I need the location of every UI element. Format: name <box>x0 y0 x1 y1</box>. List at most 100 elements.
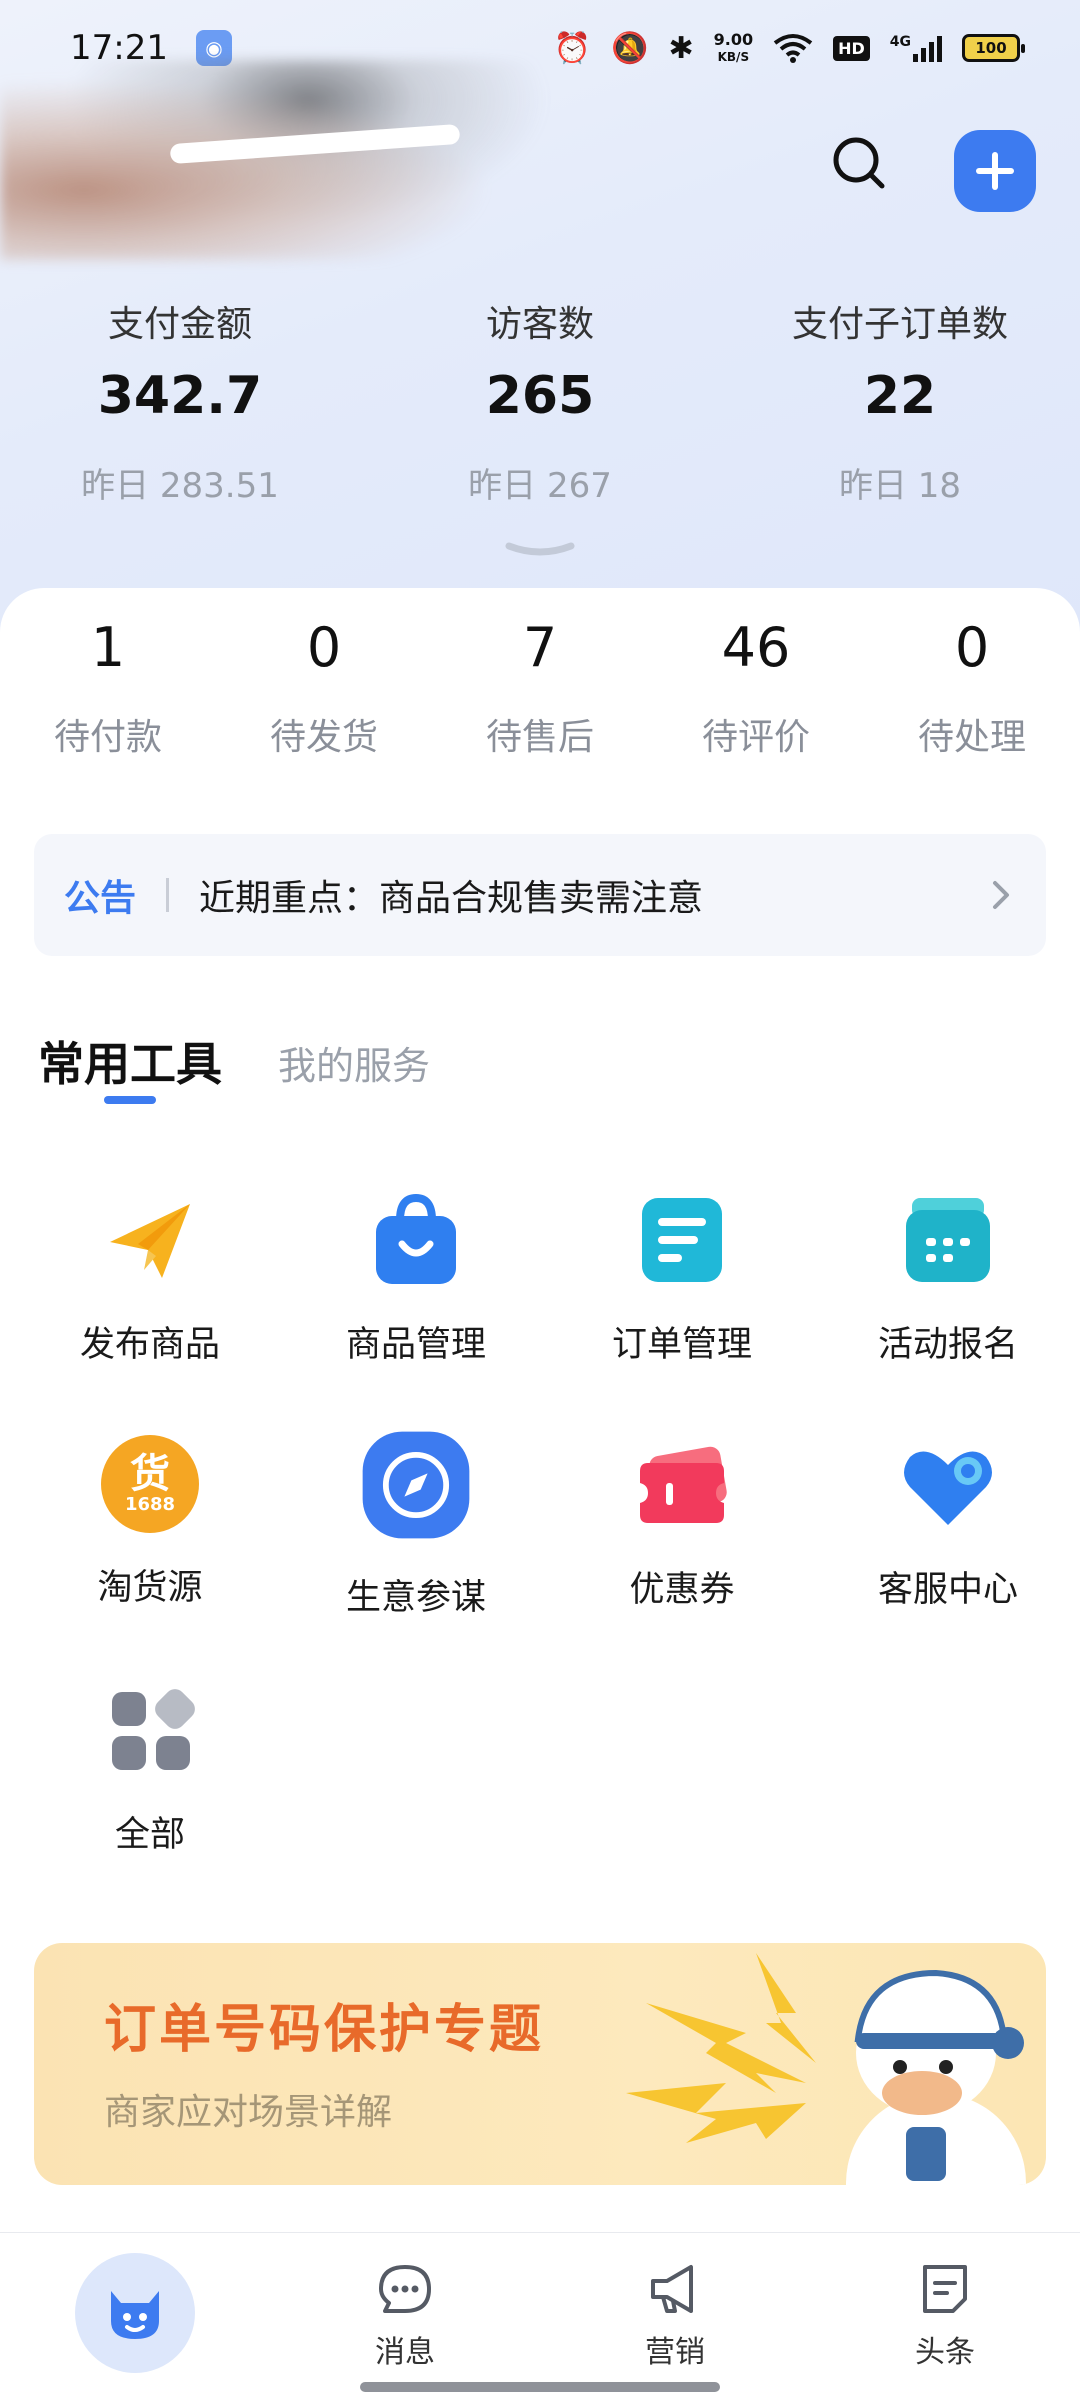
tool-label: 淘货源 <box>97 1568 203 1608</box>
tool-label: 全部 <box>114 1815 185 1855</box>
nav-label: 营销 <box>645 2335 705 2370</box>
order-label: 待处理 <box>917 717 1026 758</box>
promo-banner[interactable]: 订单号码保护专题 商家应对场景详解 <box>34 1943 1046 2185</box>
search-icon <box>833 137 885 189</box>
main-card: 1 待付款 0 待发货 7 待售后 46 待评价 0 待处理 公告 近期重点：商… <box>0 588 1080 2238</box>
order-pending-review[interactable]: 46 待评价 <box>648 608 864 760</box>
tool-label: 生意参谋 <box>345 1578 486 1618</box>
tab-common-tools[interactable]: 常用工具 <box>38 1028 222 1104</box>
order-count: 1 <box>90 616 126 679</box>
stat-sub-orders[interactable]: 支付子订单数 22 昨日 18 <box>720 300 1080 507</box>
stat-label: 支付子订单数 <box>791 304 1008 345</box>
search-button[interactable] <box>826 130 890 194</box>
order-count: 0 <box>954 616 990 679</box>
stat-value: 342.7 <box>97 366 263 426</box>
battery-level: 100 <box>975 39 1007 57</box>
chevron-right-icon <box>993 881 1009 909</box>
order-label: 待发货 <box>269 717 378 758</box>
nav-label: 消息 <box>375 2335 435 2370</box>
tool-business-advisor[interactable]: 生意参谋 <box>288 1431 544 1678</box>
tool-product-management[interactable]: 商品管理 <box>288 1188 544 1433</box>
announcement-bar[interactable]: 公告 近期重点：商品合规售卖需注意 <box>34 834 1046 956</box>
tool-label: 活动报名 <box>877 1325 1018 1365</box>
net-speed-unit: KB/S <box>717 49 750 64</box>
plus-icon <box>976 152 1014 190</box>
stat-label: 访客数 <box>485 304 594 345</box>
tool-publish-product[interactable]: 发布商品 <box>22 1188 278 1433</box>
tool-coupon[interactable]: 优惠券 <box>554 1433 810 1678</box>
all-apps-icon <box>112 1689 195 1770</box>
tool-label: 优惠券 <box>629 1570 735 1610</box>
order-after-sales[interactable]: 7 待售后 <box>432 608 648 760</box>
order-count: 46 <box>721 616 791 679</box>
megaphone-icon <box>651 2265 693 2313</box>
headline-doc-icon <box>923 2265 967 2313</box>
divider <box>166 878 170 912</box>
stat-value: 265 <box>485 366 595 426</box>
net-speed: 9.00 KB/S <box>713 29 754 65</box>
tool-label: 商品管理 <box>345 1325 486 1365</box>
order-pending-payment[interactable]: 1 待付款 <box>0 608 216 760</box>
order-pending-shipment[interactable]: 0 待发货 <box>216 608 432 760</box>
tool-label: 发布商品 <box>79 1325 220 1365</box>
nav-headlines[interactable]: 头条 <box>810 2233 1080 2400</box>
tools-tabs: 常用工具 我的服务 <box>38 1028 430 1104</box>
status-indicators: ⏰ 🔕 ✱ 9.00 KB/S HD 4G 100 <box>554 29 1025 66</box>
stat-yesterday: 昨日 18 <box>838 466 962 506</box>
home-mascot-icon <box>75 2253 195 2373</box>
activity-calendar-icon <box>906 1198 990 1282</box>
tool-all[interactable]: 全部 <box>22 1678 278 1923</box>
tool-order-management[interactable]: 订单管理 <box>554 1188 810 1433</box>
coupon-icon <box>640 1446 727 1523</box>
stats-row: 支付金额 342.7 昨日 283.51 访客数 265 昨日 267 支付子订… <box>0 300 1080 507</box>
add-button[interactable] <box>954 130 1036 212</box>
stat-visitors[interactable]: 访客数 265 昨日 267 <box>360 300 720 507</box>
1688-source-icon: 货 1688 <box>101 1435 199 1533</box>
stat-label: 支付金额 <box>107 304 252 345</box>
battery-icon: 100 <box>962 34 1025 62</box>
home-indicator[interactable] <box>360 2382 720 2392</box>
compass-icon <box>362 1431 470 1539</box>
stat-yesterday: 昨日 267 <box>468 466 612 506</box>
stat-value: 22 <box>863 366 937 426</box>
avatar[interactable] <box>0 60 560 260</box>
nav-label: 头条 <box>915 2335 975 2370</box>
order-list-icon <box>642 1198 722 1282</box>
tool-customer-service[interactable]: 客服中心 <box>820 1433 1076 1678</box>
net-speed-value: 9.00 <box>713 29 754 49</box>
order-count: 7 <box>522 616 558 679</box>
nav-marketing[interactable]: 营销 <box>540 2233 810 2400</box>
bottom-nav: 消息 营销 头条 <box>0 2232 1080 2400</box>
mascot-illustration <box>626 1953 1026 2185</box>
order-label: 待评价 <box>701 717 810 758</box>
hd-badge: HD <box>833 35 870 61</box>
tool-sourcing[interactable]: 货 1688 淘货源 <box>22 1433 278 1678</box>
tools-grid: 发布商品 商品管理 订单管理 活动报名 货 1688 淘货源 生意参谋 优惠券 … <box>0 1188 1080 1923</box>
announcement-tag: 公告 <box>64 878 137 919</box>
order-status-row: 1 待付款 0 待发货 7 待售后 46 待评价 0 待处理 <box>0 608 1080 760</box>
order-label: 待付款 <box>53 717 162 758</box>
banner-title: 订单号码保护专题 <box>104 2000 545 2060</box>
bluetooth-icon: ✱ <box>668 30 694 66</box>
order-count: 0 <box>306 616 342 679</box>
tool-label: 客服中心 <box>877 1570 1018 1610</box>
nav-messages[interactable]: 消息 <box>270 2233 540 2400</box>
stat-yesterday: 昨日 283.51 <box>81 466 279 506</box>
source-icon-top: 货 <box>130 1451 170 1497</box>
stat-payment-amount[interactable]: 支付金额 342.7 昨日 283.51 <box>0 300 360 507</box>
order-label: 待售后 <box>485 717 594 758</box>
shopping-bag-icon <box>376 1193 456 1284</box>
nav-home[interactable] <box>0 2233 270 2400</box>
source-icon-bottom: 1688 <box>124 1494 176 1515</box>
heart-service-icon <box>904 1451 992 1525</box>
tool-activity-signup[interactable]: 活动报名 <box>820 1188 1076 1433</box>
tab-my-services[interactable]: 我的服务 <box>278 1035 430 1094</box>
tool-label: 订单管理 <box>611 1325 752 1365</box>
chevron-down-icon[interactable] <box>505 540 575 564</box>
chat-bubble-icon <box>379 2265 431 2313</box>
paper-plane-icon <box>110 1204 190 1278</box>
network-type: 4G <box>889 34 911 50</box>
mute-icon: 🔕 <box>611 30 649 66</box>
banner-subtitle: 商家应对场景详解 <box>104 2092 393 2133</box>
order-pending-handling[interactable]: 0 待处理 <box>864 608 1080 760</box>
